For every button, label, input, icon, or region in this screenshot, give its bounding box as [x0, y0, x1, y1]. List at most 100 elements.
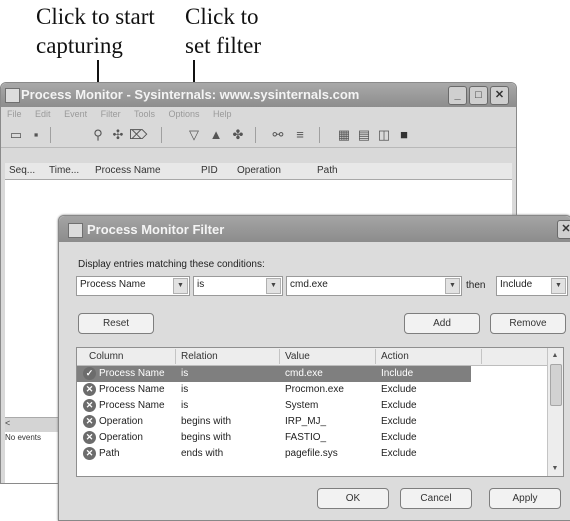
- highlight-icon[interactable]: ▲: [207, 126, 225, 143]
- filter-value-input[interactable]: cmd.exe ▼: [286, 276, 462, 296]
- menu-file[interactable]: File: [7, 109, 22, 119]
- chevron-down-icon[interactable]: ▼: [445, 278, 460, 294]
- chevron-down-icon[interactable]: ▼: [551, 278, 566, 294]
- menu-filter[interactable]: Filter: [101, 109, 121, 119]
- filter-column-value: Process Name: [80, 279, 146, 290]
- rule-column: Process Name: [99, 400, 165, 411]
- disabled-x-icon[interactable]: ✕: [83, 383, 96, 396]
- ok-button[interactable]: OK: [317, 488, 389, 509]
- close-button[interactable]: ✕: [490, 86, 509, 105]
- filter-rule-row[interactable]: ✕ Operation begins with FASTIO_ Exclude: [77, 430, 547, 446]
- rule-relation: is: [181, 400, 189, 411]
- filter-rule-row[interactable]: ✕ Path ends with pagefile.sys Exclude: [77, 446, 547, 462]
- column-operation[interactable]: Operation: [237, 165, 281, 176]
- reset-button[interactable]: Reset: [78, 313, 154, 334]
- filter-rules-table: Column Relation Value Action ✓ Process N…: [76, 347, 564, 477]
- menu-options[interactable]: Options: [168, 109, 199, 119]
- horizontal-scrollbar[interactable]: <: [5, 417, 65, 432]
- column-sequence[interactable]: Seq...: [9, 165, 35, 176]
- toolbar: ▭ ▪ ⚲ ✣ ⌦ ▽ ▲ ✤ ⚯ ≡ ▦ ▤ ◫ ■: [1, 123, 516, 148]
- callout-filter: Click to set filter: [185, 2, 261, 60]
- filter-rule-row[interactable]: ✕ Process Name is System Exclude: [77, 398, 547, 414]
- rule-relation: begins with: [181, 432, 232, 443]
- capture-icon[interactable]: ⚲: [89, 126, 107, 143]
- filter-dialog-titlebar[interactable]: Process Monitor Filter ✕: [59, 216, 570, 242]
- filter-icon[interactable]: ▽: [185, 126, 203, 143]
- rule-column: Path: [99, 448, 120, 459]
- jump-icon[interactable]: ≡: [291, 126, 309, 143]
- filter-action-value: Include: [500, 279, 533, 290]
- scroll-up-icon[interactable]: ▲: [549, 349, 561, 362]
- filter-dialog-title: Process Monitor Filter: [87, 222, 225, 237]
- process-tree-icon[interactable]: ✤: [229, 126, 247, 143]
- scrollbar-thumb[interactable]: [550, 364, 562, 406]
- clear-icon[interactable]: ⌦: [129, 126, 147, 143]
- filter-action-select[interactable]: Include ▼: [496, 276, 568, 296]
- maximize-button[interactable]: □: [469, 86, 488, 105]
- save-icon[interactable]: ▪: [27, 126, 45, 143]
- chevron-down-icon[interactable]: ▼: [173, 278, 188, 294]
- autoscroll-icon[interactable]: ✣: [109, 126, 127, 143]
- enabled-check-icon[interactable]: ✓: [83, 367, 96, 380]
- rule-relation: ends with: [181, 448, 224, 459]
- column-pid[interactable]: PID: [201, 165, 218, 176]
- cancel-button[interactable]: Cancel: [400, 488, 472, 509]
- rule-action: Include: [381, 368, 414, 379]
- filter-dialog-close-button[interactable]: ✕: [557, 220, 570, 239]
- scroll-down-icon[interactable]: ▼: [549, 462, 561, 475]
- network-icon[interactable]: ◫: [375, 126, 393, 143]
- menu-tools[interactable]: Tools: [134, 109, 155, 119]
- disabled-x-icon[interactable]: ✕: [83, 431, 96, 444]
- menu-event[interactable]: Event: [64, 109, 87, 119]
- rule-value: Procmon.exe: [285, 384, 344, 395]
- filter-conditions-label: Display entries matching these condition…: [78, 259, 265, 270]
- apply-button[interactable]: Apply: [489, 488, 561, 509]
- vertical-scrollbar[interactable]: ▲ ▼: [547, 348, 563, 476]
- rule-action: Exclude: [381, 448, 417, 459]
- toolbar-separator: [161, 127, 162, 143]
- filter-relation-select[interactable]: is ▼: [193, 276, 283, 296]
- filter-column-select[interactable]: Process Name ▼: [76, 276, 190, 296]
- filter-rules-body: ✓ Process Name is cmd.exe Include ✕ Proc…: [77, 366, 547, 462]
- rule-column: Operation: [99, 432, 143, 443]
- rule-value: FASTIO_: [285, 432, 327, 443]
- column-divider: [279, 349, 280, 364]
- registry-icon[interactable]: ▦: [335, 126, 353, 143]
- toolbar-separator: [255, 127, 256, 143]
- process-monitor-titlebar[interactable]: Process Monitor - Sysinternals: www.sysi…: [1, 83, 516, 107]
- file-icon[interactable]: ▤: [355, 126, 373, 143]
- process-icon[interactable]: ■: [395, 126, 413, 143]
- remove-button[interactable]: Remove: [490, 313, 566, 334]
- disabled-x-icon[interactable]: ✕: [83, 447, 96, 460]
- filter-rule-row[interactable]: ✕ Process Name is Procmon.exe Exclude: [77, 382, 547, 398]
- open-icon[interactable]: ▭: [7, 126, 25, 143]
- grid-column-column[interactable]: Column: [89, 351, 123, 362]
- find-icon[interactable]: ⚯: [269, 126, 287, 143]
- chevron-down-icon[interactable]: ▼: [266, 278, 281, 294]
- then-label: then: [466, 280, 486, 291]
- rule-action: Exclude: [381, 432, 417, 443]
- column-path[interactable]: Path: [317, 165, 338, 176]
- menu-edit[interactable]: Edit: [35, 109, 51, 119]
- grid-column-value[interactable]: Value: [285, 351, 310, 362]
- event-list-header: Seq... Time... Process Name PID Operatio…: [5, 163, 512, 180]
- menu-help[interactable]: Help: [213, 109, 232, 119]
- add-button[interactable]: Add: [404, 313, 480, 334]
- grid-column-relation[interactable]: Relation: [181, 351, 218, 362]
- callout-filter-line-1: Click to: [185, 4, 259, 29]
- disabled-x-icon[interactable]: ✕: [83, 399, 96, 412]
- filter-rule-row[interactable]: ✓ Process Name is cmd.exe Include: [77, 366, 471, 382]
- column-time[interactable]: Time...: [49, 165, 79, 176]
- disabled-x-icon[interactable]: ✕: [83, 415, 96, 428]
- callout-capture-line-1: Click to start: [36, 4, 155, 29]
- grid-column-action[interactable]: Action: [381, 351, 409, 362]
- scroll-left-icon[interactable]: <: [5, 418, 10, 428]
- rule-column: Process Name: [99, 384, 165, 395]
- rule-value: cmd.exe: [285, 368, 323, 379]
- callout-filter-line-2: set filter: [185, 33, 261, 58]
- column-process-name[interactable]: Process Name: [95, 165, 161, 176]
- rule-action: Exclude: [381, 416, 417, 427]
- minimize-button[interactable]: _: [448, 86, 467, 105]
- filter-rule-row[interactable]: ✕ Operation begins with IRP_MJ_ Exclude: [77, 414, 547, 430]
- rule-value: System: [285, 400, 319, 411]
